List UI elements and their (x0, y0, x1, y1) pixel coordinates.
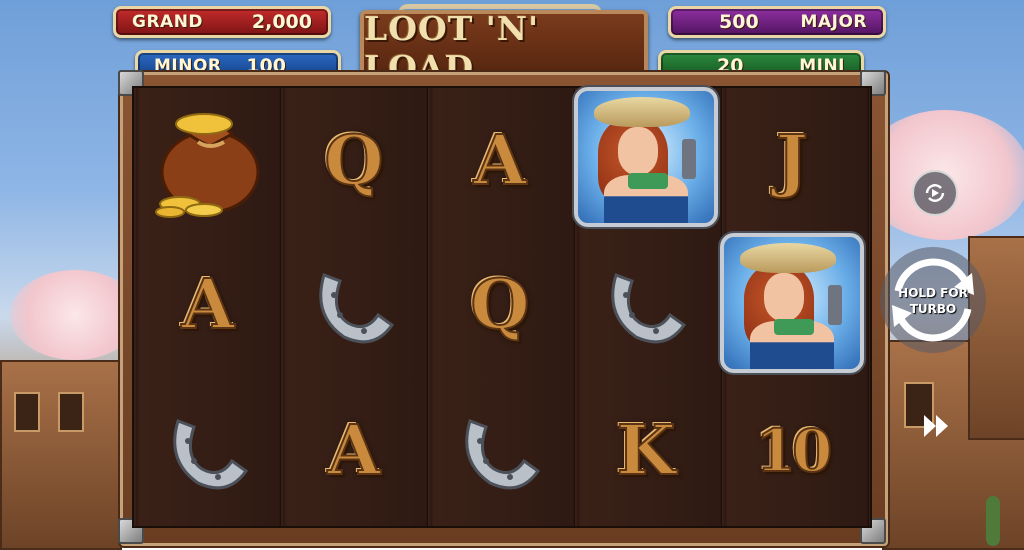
reel-1-row-2: A (136, 234, 280, 376)
card-10-icon: 10 (755, 416, 834, 486)
card-a-icon: A (327, 410, 382, 492)
reel-5-row-1: J (720, 90, 864, 232)
reel-3-row-1: A (428, 90, 572, 232)
reel-5-row-3: 10 (720, 380, 864, 522)
spin-button[interactable]: HOLD FOR TURBO (880, 247, 986, 353)
jackpot-grand-label: GRAND (132, 12, 204, 32)
horseshoe-icon (465, 419, 541, 490)
card-j-icon: J (775, 120, 809, 202)
cactus (986, 496, 1000, 546)
jackpot-grand-value: 2,000 (251, 11, 312, 33)
reel-2-row-3: A (282, 380, 426, 522)
cowgirl-icon (720, 233, 864, 373)
jackpot-major-label: MAJOR (800, 12, 867, 32)
autoplay-button[interactable] (912, 170, 958, 216)
reel-3-row-2: Q (428, 234, 572, 376)
saloon-left (0, 360, 122, 550)
reel-5-row-2 (720, 232, 864, 374)
spin-label-line2: TURBO (909, 302, 957, 316)
reel-1-row-3 (136, 380, 280, 522)
card-q-icon: Q (323, 120, 384, 202)
fast-forward-button[interactable] (920, 410, 954, 442)
autoplay-icon (925, 184, 945, 202)
spin-label-line1: HOLD FOR (898, 286, 968, 300)
reel-4-row-3: K (574, 380, 718, 522)
reel-3-row-3 (428, 380, 572, 522)
fast-forward-icon (924, 415, 948, 437)
horseshoe-icon (319, 273, 395, 344)
spin-label: HOLD FOR TURBO (880, 285, 986, 317)
reel-4-row-1 (574, 86, 718, 228)
card-a-icon: A (181, 264, 236, 346)
horseshoe-icon (173, 419, 249, 490)
reel-4-row-2 (574, 234, 718, 376)
card-k-icon: K (615, 410, 676, 492)
cowgirl-icon (574, 87, 718, 227)
jackpot-major-value: 500 (719, 11, 759, 33)
reel-2-row-2 (282, 234, 426, 376)
card-a-icon: A (473, 120, 528, 202)
reel-2-row-1: Q (282, 90, 426, 232)
money-bag-icon (155, 113, 260, 218)
jackpot-major: 500 MAJOR (668, 6, 886, 38)
reel-1-row-1 (136, 90, 280, 232)
card-q-icon: Q (469, 264, 530, 346)
horseshoe-icon (611, 273, 687, 344)
jackpot-grand: GRAND 2,000 (113, 6, 331, 38)
